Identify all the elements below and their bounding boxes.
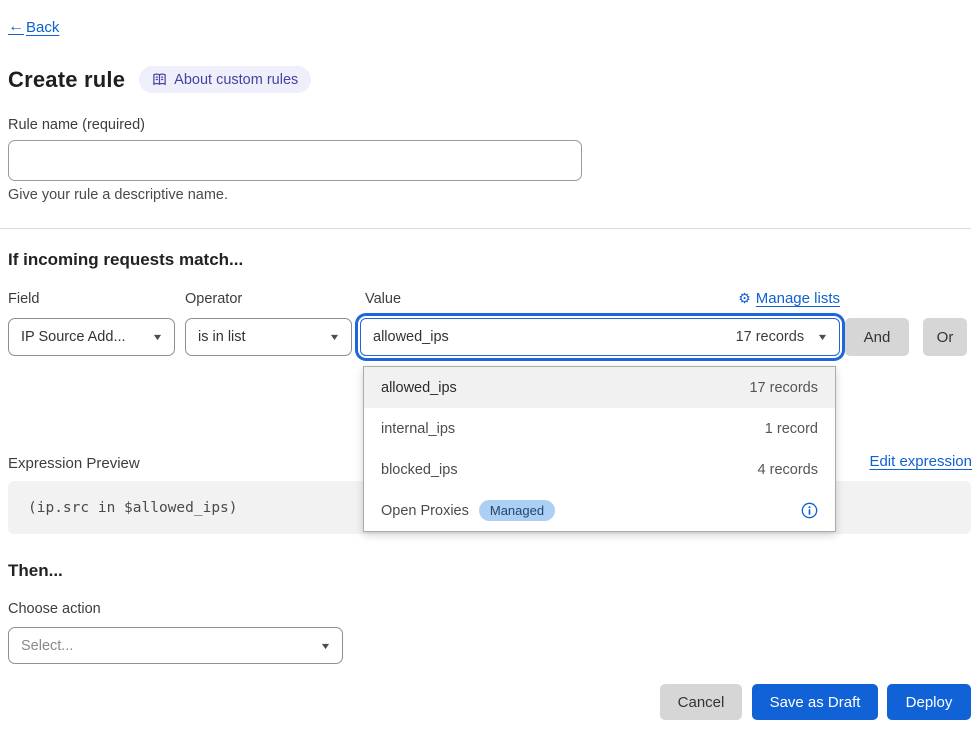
chevron-down-icon: ▼ [320, 641, 332, 651]
about-custom-rules-badge[interactable]: About custom rules [139, 66, 311, 93]
action-select-placeholder: Select... [21, 638, 73, 654]
info-icon[interactable] [801, 502, 818, 519]
expression-code: (ip.src in $allowed_ips) [28, 500, 238, 516]
value-select-value: allowed_ips [373, 329, 449, 345]
operator-select[interactable]: is in list ▼ [185, 318, 352, 356]
rule-name-label: Rule name (required) [8, 117, 145, 133]
list-record-count: 17 records [749, 380, 818, 396]
edit-expression-link[interactable]: Edit expression [869, 453, 972, 470]
or-button[interactable]: Or [923, 318, 967, 356]
dropdown-item-blocked-ips[interactable]: blocked_ips 4 records [364, 449, 835, 490]
action-select[interactable]: Select... ▼ [8, 627, 343, 664]
rule-name-input[interactable] [8, 140, 582, 181]
back-link[interactable]: ←Back [8, 18, 59, 36]
list-name: internal_ips [381, 421, 455, 437]
cancel-button[interactable]: Cancel [660, 684, 742, 720]
page-title: Create rule [8, 67, 125, 93]
manage-lists-label: Manage lists [756, 290, 840, 307]
manage-lists-link[interactable]: ⚙ Manage lists [730, 290, 840, 307]
list-record-count: 1 record [765, 421, 818, 437]
chevron-down-icon: ▼ [329, 332, 341, 342]
deploy-button[interactable]: Deploy [887, 684, 971, 720]
field-select[interactable]: IP Source Add... ▼ [8, 318, 175, 356]
book-icon [152, 72, 167, 87]
chevron-down-icon: ▼ [817, 332, 829, 342]
rule-name-helper-text: Give your rule a descriptive name. [8, 187, 228, 203]
list-name: Open Proxies [381, 503, 469, 519]
operator-label: Operator [185, 291, 242, 307]
back-link-label: Back [26, 19, 59, 36]
title-row: Create rule About custom rules [8, 66, 311, 93]
section-divider [0, 228, 971, 229]
choose-action-label: Choose action [8, 601, 101, 617]
chevron-down-icon: ▼ [152, 332, 164, 342]
dropdown-item-internal-ips[interactable]: internal_ips 1 record [364, 408, 835, 449]
managed-badge: Managed [479, 500, 555, 521]
about-badge-label: About custom rules [174, 72, 298, 88]
value-select-records: 17 records [736, 329, 805, 345]
field-select-value: IP Source Add... [21, 329, 126, 345]
then-section-title: Then... [8, 561, 63, 581]
gear-icon: ⚙ [738, 290, 751, 307]
dropdown-item-allowed-ips[interactable]: allowed_ips 17 records [364, 367, 835, 408]
field-label: Field [8, 291, 39, 307]
dropdown-item-open-proxies[interactable]: Open Proxies Managed [364, 490, 835, 531]
match-section-title: If incoming requests match... [8, 250, 243, 270]
value-select[interactable]: allowed_ips 17 records ▼ [360, 318, 840, 356]
list-record-count: 4 records [758, 462, 818, 478]
value-dropdown-panel: allowed_ips 17 records internal_ips 1 re… [363, 366, 836, 532]
back-arrow-icon: ← [8, 18, 24, 36]
save-as-draft-button[interactable]: Save as Draft [752, 684, 878, 720]
create-rule-page: ←Back Create rule About custom rules Rul… [0, 0, 979, 739]
and-button[interactable]: And [845, 318, 909, 356]
value-label: Value [365, 291, 401, 307]
list-name: blocked_ips [381, 462, 458, 478]
operator-select-value: is in list [198, 329, 246, 345]
list-name: allowed_ips [381, 380, 457, 396]
expression-preview-label: Expression Preview [8, 455, 140, 472]
